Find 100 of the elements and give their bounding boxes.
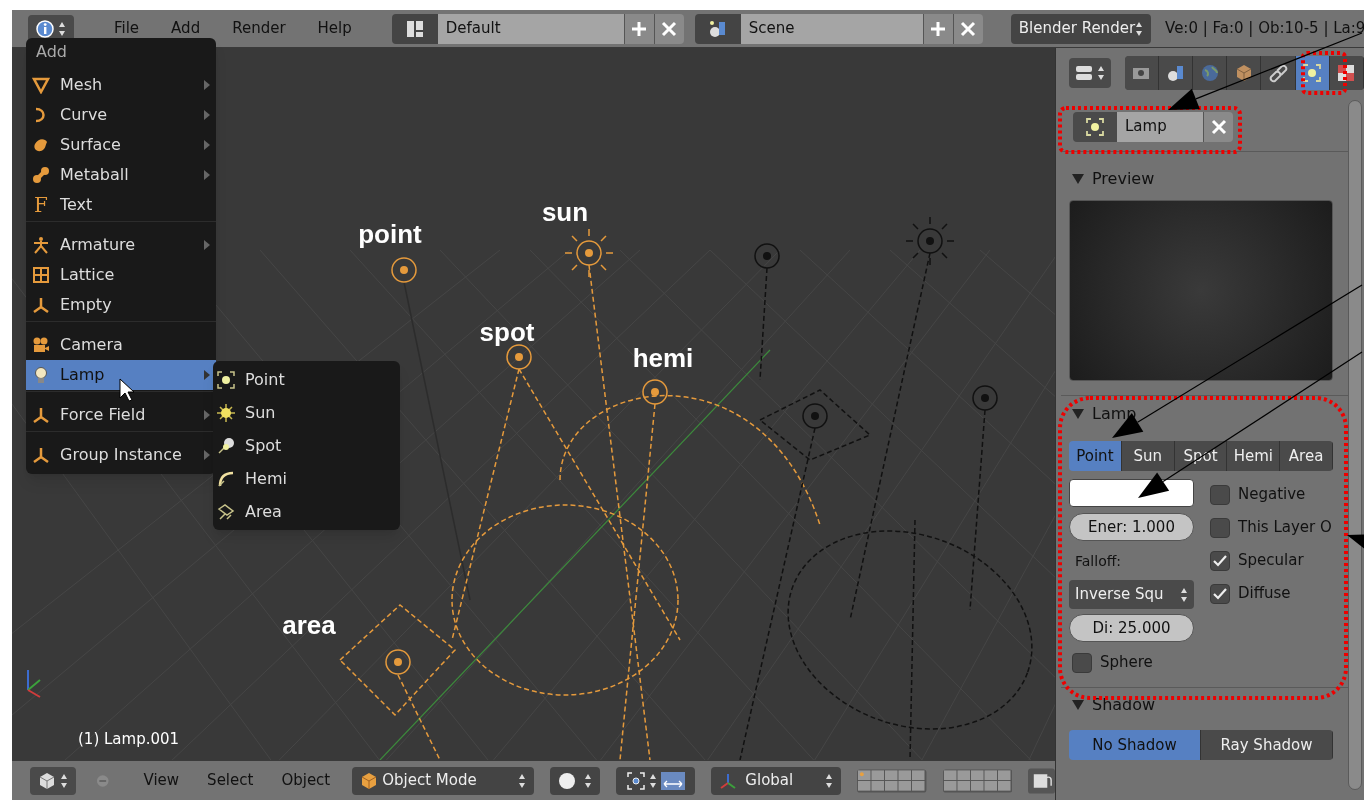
menu-item[interactable]: View	[133, 769, 190, 792]
view-type-button[interactable]	[1069, 58, 1111, 88]
close-icon	[661, 20, 678, 37]
expanded-triangle-icon[interactable]	[1072, 409, 1084, 419]
unlink-button[interactable]	[1203, 111, 1233, 142]
layout-name-field[interactable]: Default	[437, 13, 624, 44]
checkbox[interactable]	[1210, 583, 1230, 604]
layer-grid[interactable]	[857, 768, 927, 793]
armature-icon	[32, 236, 50, 254]
add-button[interactable]	[623, 13, 654, 44]
bulb-icon	[32, 366, 50, 384]
scene-button[interactable]	[694, 13, 741, 44]
checkbox[interactable]	[1210, 517, 1230, 538]
shading-dropdown[interactable]	[550, 766, 601, 795]
up-down-icon	[58, 20, 66, 37]
sphere-icon	[558, 771, 577, 790]
menu-item[interactable]: Armature	[26, 230, 216, 260]
datablock-name-field[interactable]: Lamp	[1117, 111, 1203, 142]
camera-icon	[32, 336, 50, 354]
shadow-mode-tab[interactable]: No Shadow	[1069, 730, 1201, 760]
axis-gizmo	[27, 669, 41, 698]
menu-item[interactable]: Force Field	[26, 400, 216, 430]
menu-item[interactable]: Metaball	[26, 160, 216, 190]
expanded-triangle-icon[interactable]	[1072, 700, 1084, 710]
expanded-triangle-icon[interactable]	[1072, 174, 1084, 184]
triangle-icon	[32, 76, 50, 94]
menu-item[interactable]: Select	[197, 769, 264, 792]
scrollbar[interactable]	[1348, 100, 1362, 790]
checkbox[interactable]	[1072, 652, 1092, 673]
pivot-dropdown[interactable]	[616, 766, 696, 795]
delete-button[interactable]	[952, 13, 983, 44]
menu-item[interactable]: Curve	[26, 100, 216, 130]
lamp-object	[391, 257, 417, 283]
menu-item-label: Sun	[245, 401, 276, 424]
delete-button[interactable]	[653, 13, 684, 44]
orientation-dropdown[interactable]: Global	[711, 766, 842, 795]
menu-item[interactable]: Empty	[26, 290, 216, 320]
menu-item[interactable]: Lamp	[26, 360, 216, 390]
add-button[interactable]	[922, 13, 953, 44]
menu-item[interactable]: Render	[220, 17, 298, 40]
chain-icon	[1268, 63, 1289, 83]
checker-icon	[1336, 63, 1357, 83]
render-engine-dropdown[interactable]: Blender Render	[1010, 13, 1152, 44]
lamp-object	[905, 216, 955, 266]
menu-item[interactable]: Surface	[26, 130, 216, 160]
checkbox[interactable]	[1210, 484, 1230, 505]
distance-field[interactable]: Di: 25.000	[1069, 614, 1194, 642]
menu-item[interactable]: Sun	[213, 396, 400, 429]
menu-item[interactable]: Hemi	[213, 462, 400, 495]
layer-grid[interactable]	[942, 768, 1012, 793]
close-icon	[1210, 118, 1227, 135]
menu-item-label: Metaball	[60, 164, 130, 186]
lamp-type-tab[interactable]: Hemi	[1227, 441, 1281, 471]
menu-item[interactable]: Group Instance	[26, 440, 216, 470]
menu-item[interactable]: Add	[159, 17, 213, 40]
menu-item[interactable]: Point	[213, 363, 400, 396]
up-down-icon	[1135, 20, 1144, 37]
lamp-color-swatch[interactable]	[1069, 479, 1194, 507]
mode-dropdown[interactable]: Object Mode	[352, 766, 535, 795]
lamp-type-tab[interactable]: Spot	[1174, 441, 1228, 471]
arrows-icon	[660, 771, 685, 790]
surface-icon	[32, 136, 50, 154]
layout-button[interactable]	[391, 13, 438, 44]
menu-item-label: Empty	[60, 294, 113, 316]
checkbox-label: Specular	[1238, 550, 1304, 572]
lamp-data-button[interactable]	[1073, 111, 1117, 142]
submenu-arrow-icon	[204, 110, 210, 120]
menu-item[interactable]: Lattice	[26, 260, 216, 290]
menu-item-label: Hemi	[245, 467, 287, 490]
lamp-type-tab[interactable]: Area	[1280, 441, 1333, 471]
lamp-label: sun	[541, 199, 589, 225]
up-down-icon	[1096, 65, 1105, 81]
point-lamp-icon	[217, 370, 235, 389]
lamp-icon	[1085, 116, 1105, 137]
checkmark-icon	[1213, 554, 1227, 567]
menu-item[interactable]: File	[102, 17, 152, 40]
lattice-icon	[32, 266, 50, 284]
menu-item-label: Lamp	[60, 364, 106, 386]
lamp-type-tab[interactable]: Point	[1069, 441, 1122, 471]
editor-type-button[interactable]	[30, 766, 76, 795]
lamp-label: hemi	[632, 345, 694, 371]
lamp-type-tab[interactable]: Sun	[1121, 441, 1175, 471]
menu-item[interactable]: Mesh	[26, 70, 216, 100]
menu-item[interactable]: Help	[305, 17, 364, 40]
lock-icon[interactable]	[1028, 767, 1055, 794]
menu-item[interactable]: Object	[271, 769, 341, 792]
up-down-icon	[584, 772, 593, 789]
menu-item[interactable]: Spot	[213, 429, 400, 462]
falloff-dropdown[interactable]: Inverse Squ	[1069, 580, 1194, 609]
axes-icon	[32, 296, 50, 314]
menu-item[interactable]: Camera	[26, 330, 216, 360]
lamp-object	[564, 228, 614, 278]
menu-item[interactable]: F Text	[26, 190, 216, 220]
plus-icon	[930, 20, 947, 37]
energy-field[interactable]: Ener: 1.000	[1069, 513, 1194, 541]
lamp-object	[506, 344, 532, 370]
shadow-mode-tab[interactable]: Ray Shadow	[1201, 730, 1333, 760]
scene-name-field[interactable]: Scene	[740, 13, 923, 44]
menu-item[interactable]: Area	[213, 495, 400, 528]
checkbox[interactable]	[1210, 550, 1230, 571]
